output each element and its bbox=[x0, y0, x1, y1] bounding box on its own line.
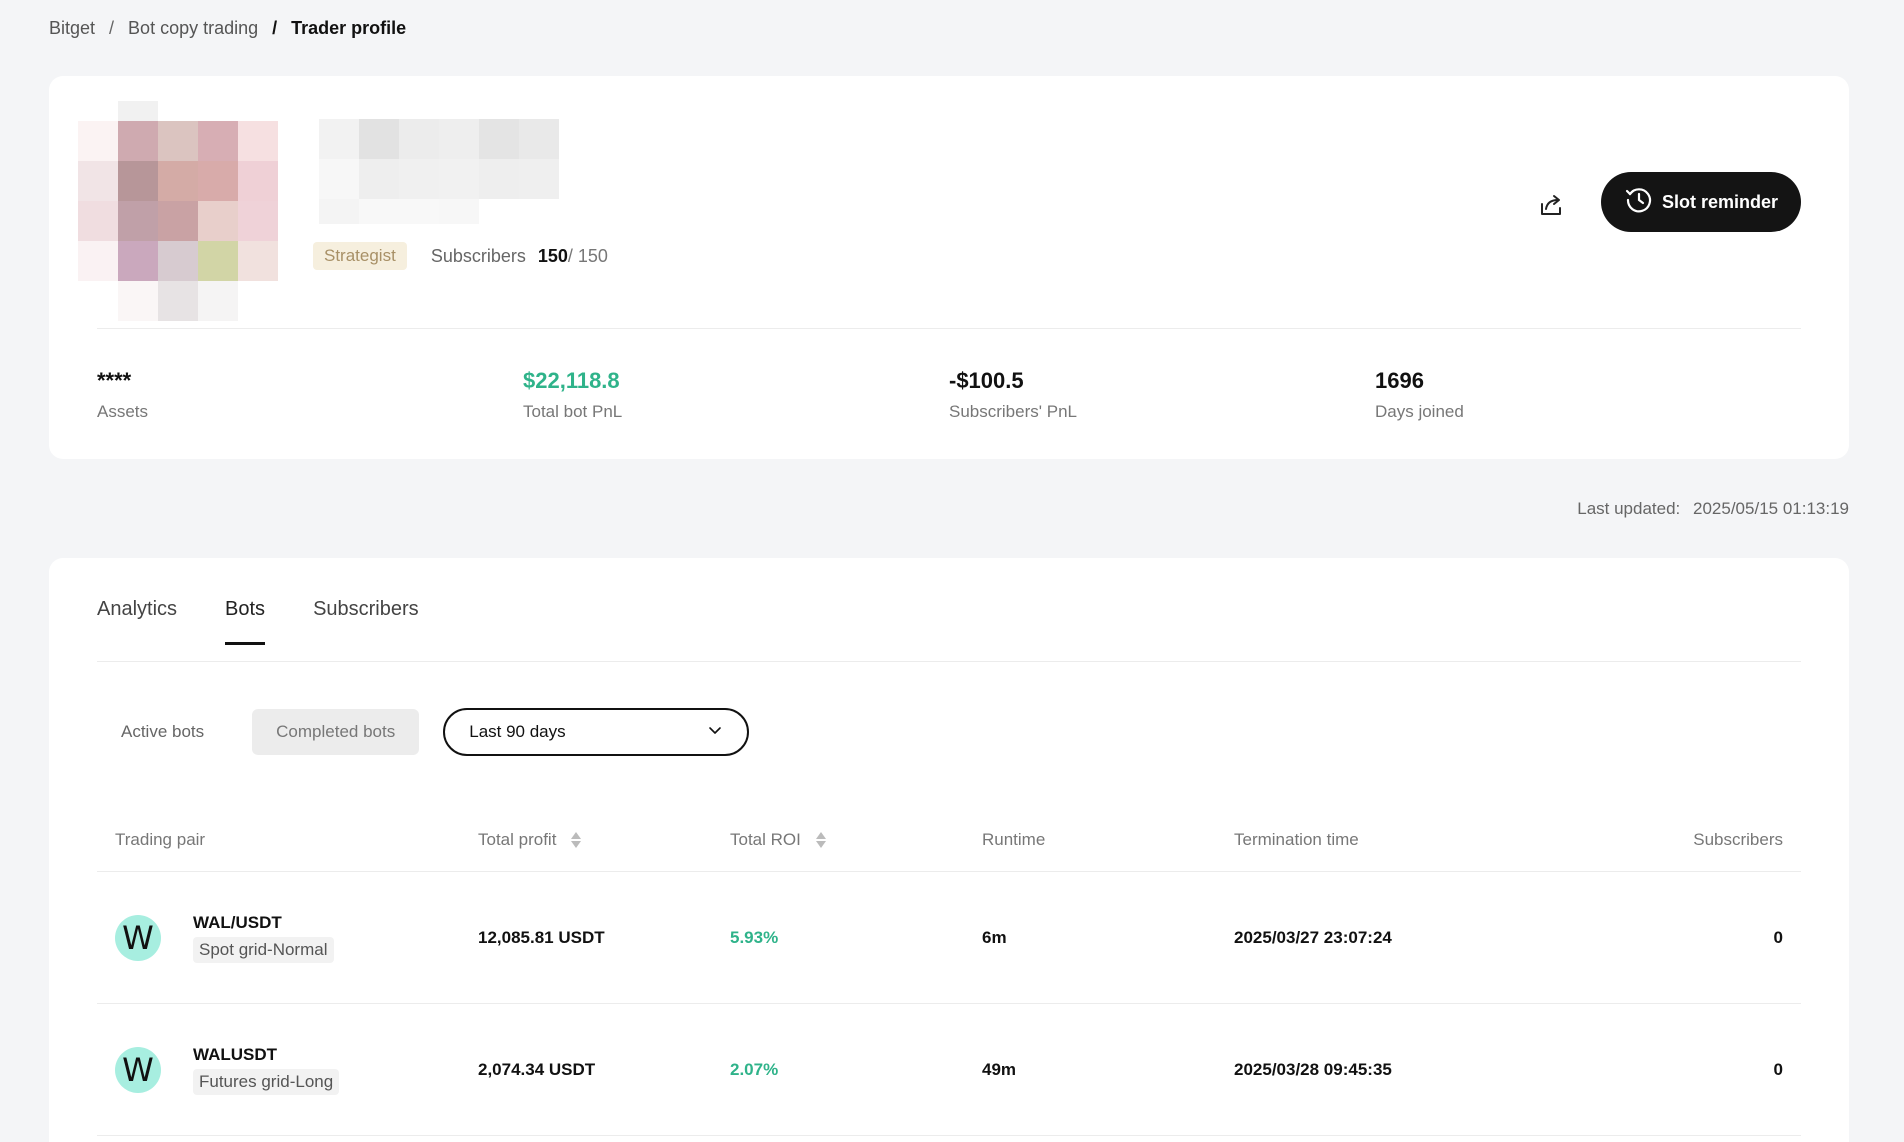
cell-runtime: 49m bbox=[982, 1059, 1017, 1079]
stat-assets: **** Assets bbox=[97, 366, 523, 422]
completed-bots-button[interactable]: Completed bots bbox=[252, 709, 420, 755]
table-row[interactable]: W WAL/USDT Spot grid-Normal 12,085.81 US… bbox=[97, 872, 1801, 1004]
stat-days-joined: 1696 Days joined bbox=[1375, 366, 1801, 422]
subscribers-label: Subscribers bbox=[430, 245, 526, 266]
tab-subscribers[interactable]: Subscribers bbox=[313, 598, 419, 645]
slot-reminder-button[interactable]: Slot reminder bbox=[1601, 172, 1801, 232]
cell-trading-pair: W WALUSDT Futures grid-Long bbox=[97, 1045, 478, 1095]
subscribers-count: Subscribers 150/ 150 bbox=[431, 246, 608, 267]
stat-value: -$100.5 bbox=[949, 368, 1024, 393]
cell-runtime: 6m bbox=[982, 927, 1007, 947]
cell-termination-time: 2025/03/27 23:07:24 bbox=[1234, 927, 1392, 947]
avatar bbox=[78, 101, 278, 321]
breadcrumb-item-bot-copy-trading[interactable]: Bot copy trading bbox=[128, 18, 258, 39]
stat-value: **** bbox=[97, 368, 132, 393]
strategist-badge: Strategist bbox=[313, 242, 407, 270]
slot-reminder-label: Slot reminder bbox=[1661, 191, 1779, 212]
cell-subscribers: 0 bbox=[1773, 1059, 1783, 1079]
stat-total-bot-pnl: $22,118.8 Total bot PnL bbox=[523, 366, 949, 422]
pair-name: WAL/USDT bbox=[193, 912, 282, 932]
stat-label: Subscribers' PnL bbox=[949, 402, 1077, 421]
profile-meta: Strategist Subscribers 150/ 150 bbox=[313, 242, 608, 270]
last-updated: Last updated: 2025/05/15 01:13:19 bbox=[1577, 499, 1849, 519]
tab-analytics[interactable]: Analytics bbox=[97, 598, 177, 645]
stat-value: 1696 bbox=[1375, 368, 1424, 393]
cell-total-profit: 12,085.81 USDT bbox=[478, 927, 605, 947]
trader-name-redacted bbox=[319, 119, 581, 229]
header-total-roi-label: Total ROI bbox=[730, 829, 801, 849]
wal-coin-icon: W bbox=[115, 914, 161, 961]
subscribers-current: 150 bbox=[537, 245, 568, 266]
tabs-divider bbox=[97, 661, 1801, 662]
header-total-profit-label: Total profit bbox=[478, 829, 557, 849]
bots-card: Analytics Bots Subscribers Active bots C… bbox=[49, 558, 1849, 1142]
breadcrumb-item-bitget[interactable]: Bitget bbox=[49, 18, 95, 39]
period-select-value: Last 90 days bbox=[469, 722, 566, 741]
clock-reminder-icon bbox=[1624, 185, 1654, 220]
cell-subscribers: 0 bbox=[1773, 927, 1783, 947]
cell-trading-pair: W WAL/USDT Spot grid-Normal bbox=[97, 913, 478, 963]
stat-value: $22,118.8 bbox=[523, 368, 620, 393]
chevron-down-icon bbox=[707, 722, 723, 743]
table-header: Trading pair Total profit Total ROI Runt… bbox=[97, 808, 1801, 872]
cell-termination-time: 2025/03/28 09:45:35 bbox=[1234, 1059, 1392, 1079]
cell-total-roi: 2.07% bbox=[730, 1059, 779, 1079]
stats-row: **** Assets $22,118.8 Total bot PnL -$10… bbox=[97, 366, 1801, 422]
bot-type-tag: Futures grid-Long bbox=[193, 1068, 340, 1095]
profile-divider bbox=[97, 328, 1801, 329]
breadcrumb-separator: / bbox=[272, 18, 278, 38]
stat-label: Assets bbox=[97, 402, 149, 421]
header-trading-pair: Trading pair bbox=[115, 829, 206, 849]
tab-bar: Analytics Bots Subscribers bbox=[97, 598, 419, 645]
active-bots-button[interactable]: Active bots bbox=[97, 709, 228, 755]
header-subscribers: Subscribers bbox=[1693, 829, 1783, 849]
bot-filters: Active bots Completed bots Last 90 days bbox=[97, 708, 750, 756]
tab-bots[interactable]: Bots bbox=[225, 598, 266, 645]
sort-icon[interactable] bbox=[815, 832, 826, 849]
sort-icon[interactable] bbox=[571, 832, 582, 849]
header-runtime: Runtime bbox=[982, 829, 1046, 849]
stat-label: Days joined bbox=[1375, 402, 1464, 421]
period-select[interactable]: Last 90 days bbox=[443, 708, 750, 756]
bot-type-tag: Spot grid-Normal bbox=[193, 936, 334, 963]
last-updated-value: 2025/05/15 01:13:19 bbox=[1693, 499, 1849, 518]
cell-total-roi: 5.93% bbox=[730, 927, 779, 947]
share-icon[interactable] bbox=[1536, 190, 1566, 220]
breadcrumb-current: Trader profile bbox=[291, 18, 407, 38]
last-updated-label: Last updated: bbox=[1577, 499, 1681, 518]
trader-profile-card: Strategist Subscribers 150/ 150 Slot rem… bbox=[49, 76, 1849, 459]
header-termination-time: Termination time bbox=[1234, 829, 1359, 849]
stat-label: Total bot PnL bbox=[523, 402, 623, 421]
subscribers-max: / 150 bbox=[567, 245, 608, 266]
pair-name: WALUSDT bbox=[193, 1044, 278, 1064]
header-total-profit[interactable]: Total profit bbox=[478, 830, 730, 850]
breadcrumb: Bitget / Bot copy trading / Trader profi… bbox=[49, 18, 406, 39]
stat-subscribers-pnl: -$100.5 Subscribers' PnL bbox=[949, 366, 1375, 422]
cell-total-profit: 2,074.34 USDT bbox=[478, 1059, 596, 1079]
wal-coin-icon: W bbox=[115, 1046, 161, 1093]
header-total-roi[interactable]: Total ROI bbox=[730, 830, 982, 850]
bots-table: Trading pair Total profit Total ROI Runt… bbox=[97, 808, 1801, 1136]
breadcrumb-separator: / bbox=[109, 18, 115, 38]
table-row[interactable]: W WALUSDT Futures grid-Long 2,074.34 USD… bbox=[97, 1004, 1801, 1136]
